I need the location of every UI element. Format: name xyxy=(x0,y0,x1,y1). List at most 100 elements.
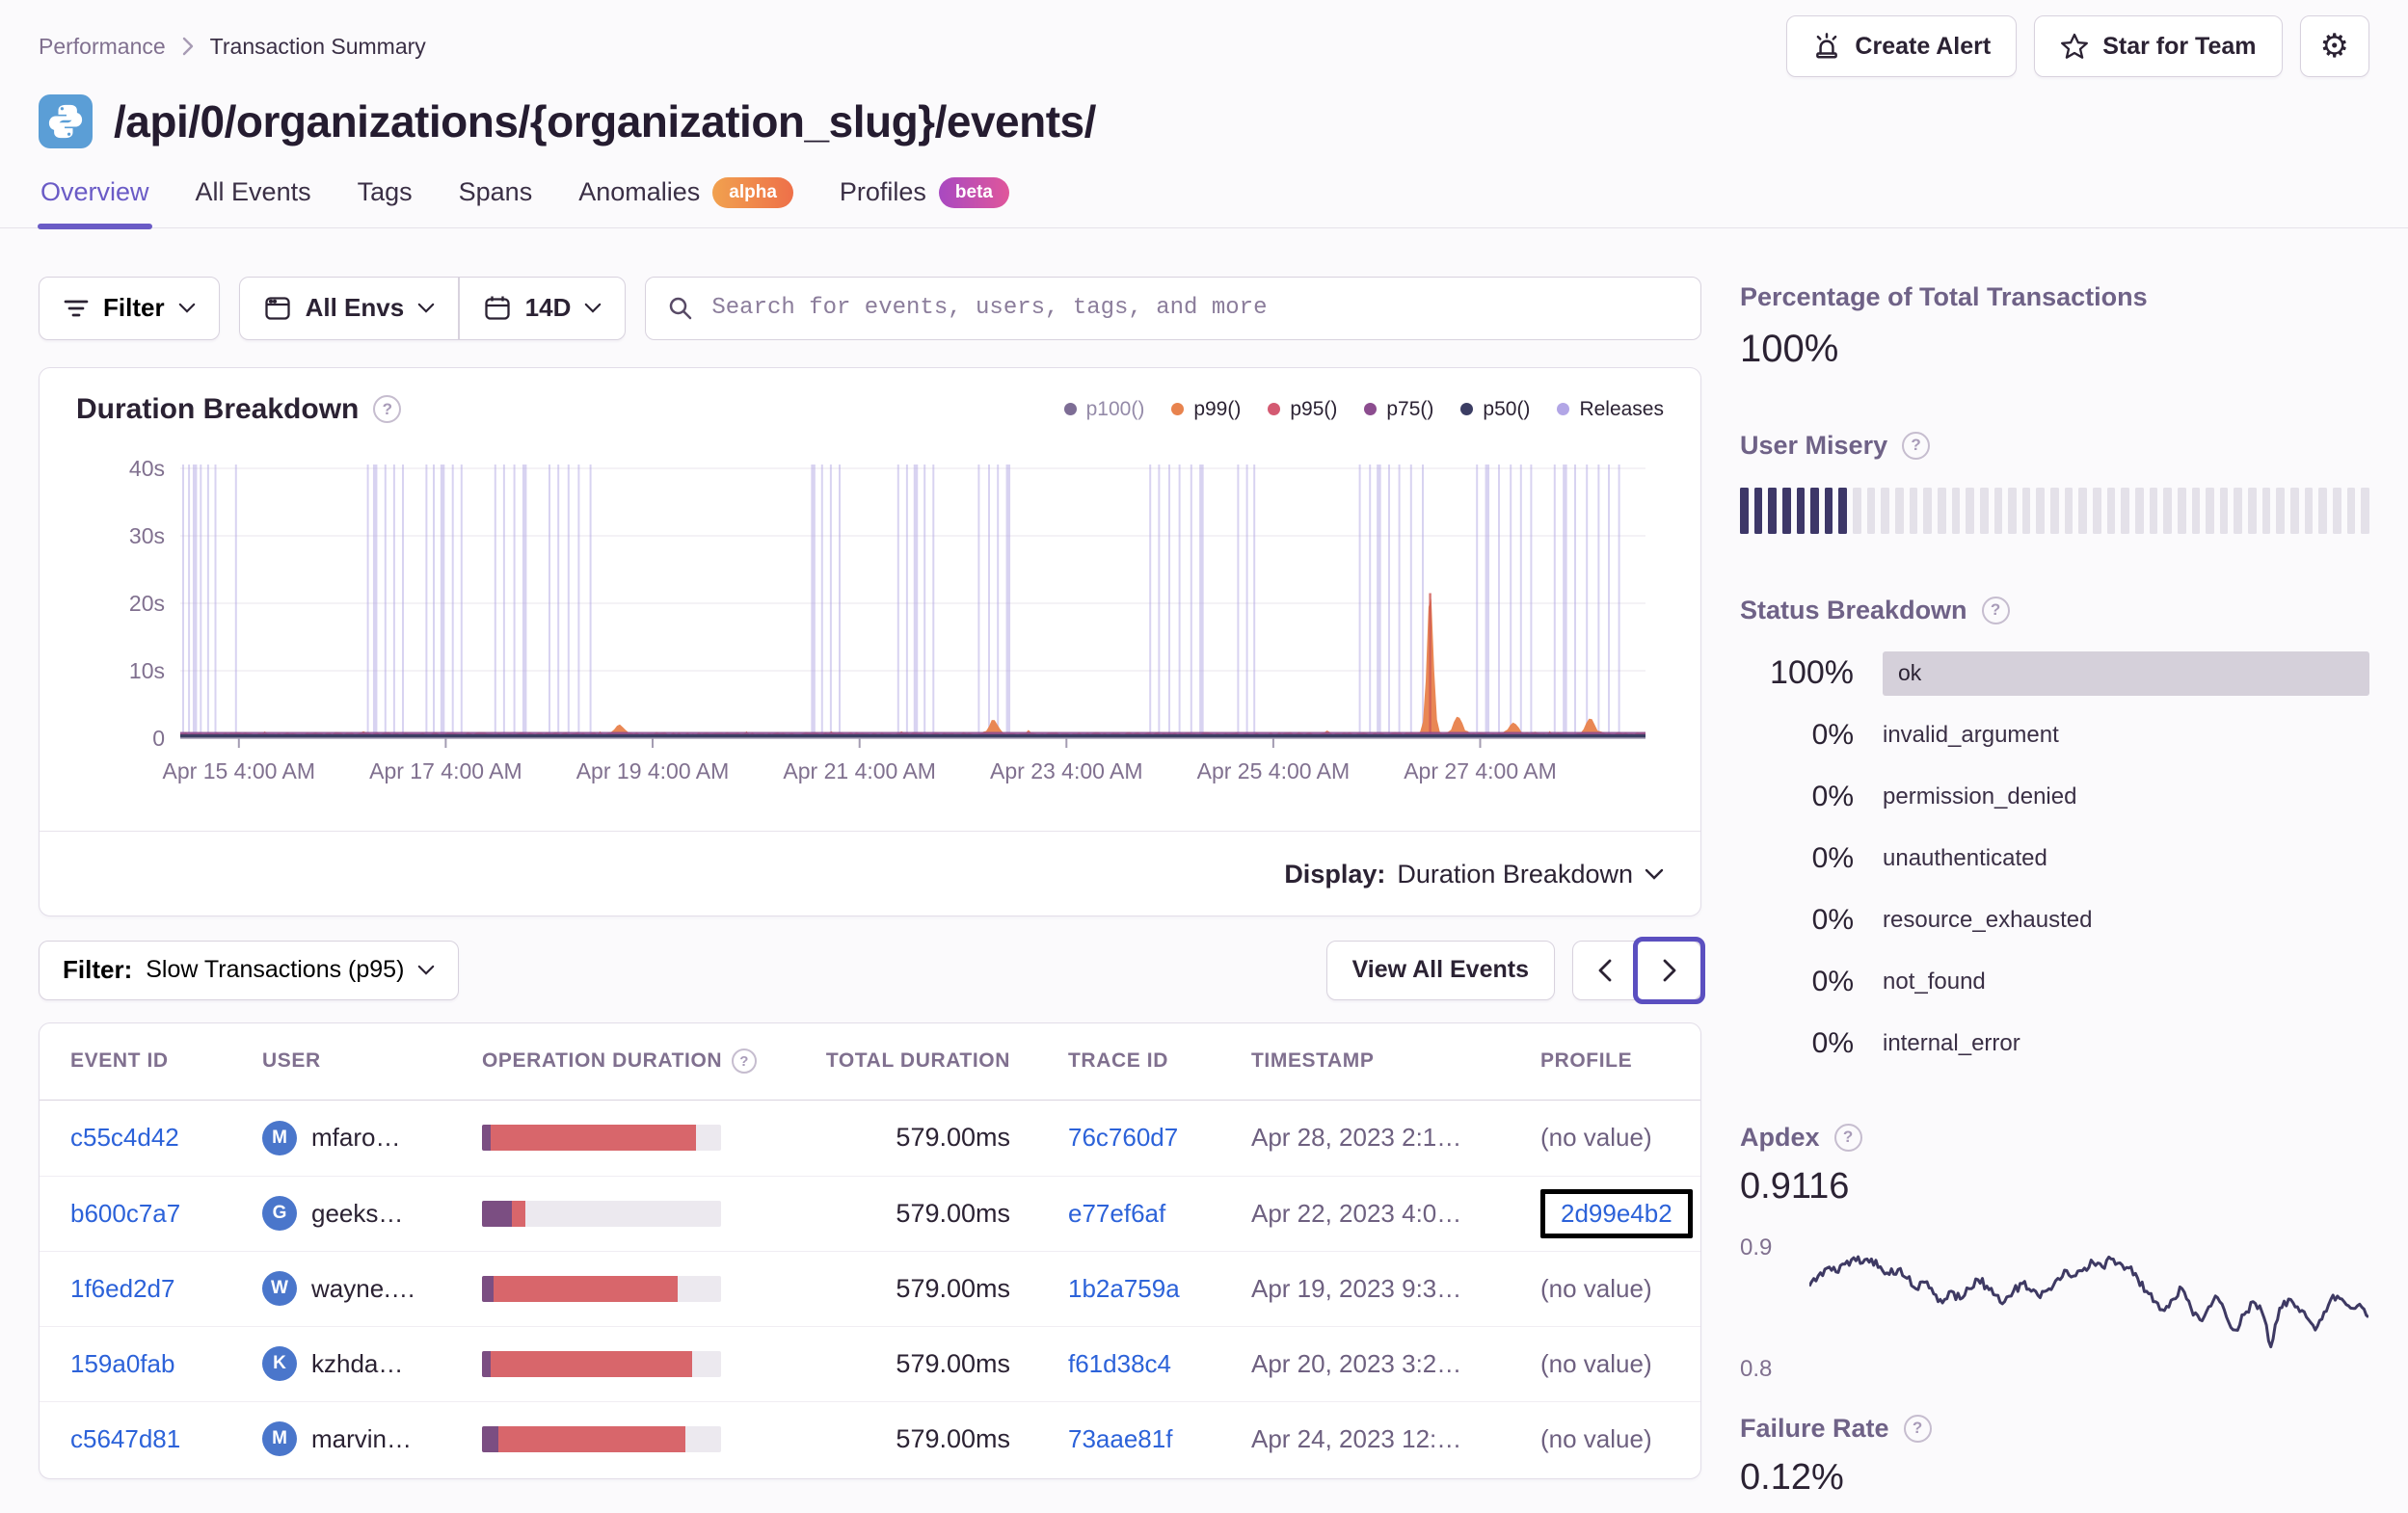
trace-id-link[interactable]: f61d38c4 xyxy=(1068,1349,1171,1378)
timestamp-cell: Apr 22, 2023 4:0… xyxy=(1251,1198,1462,1228)
trace-id-link[interactable]: e77ef6af xyxy=(1068,1199,1165,1228)
svg-text:10s: 10s xyxy=(129,658,165,683)
table-header-row: EVENT ID USER OPERATION DURATION? TOTAL … xyxy=(40,1023,1700,1101)
failure-rate-section: Failure Rate ? 0.12% xyxy=(1740,1414,2369,1499)
star-for-team-button[interactable]: Star for Team xyxy=(2034,15,2283,77)
status-label-wrap: ok xyxy=(1883,650,2369,696)
legend-item-Releases[interactable]: Releases xyxy=(1557,398,1664,421)
event-id-link[interactable]: 159a0fab xyxy=(70,1349,174,1378)
tab-anomalies[interactable]: Anomalies alpha xyxy=(578,177,793,227)
chevron-down-icon xyxy=(417,304,435,313)
tab-profiles[interactable]: Profiles beta xyxy=(840,177,1009,227)
table-row: c5647d81 Mmarvin… 579.00ms 73aae81f Apr 24, … xyxy=(40,1400,1700,1476)
help-icon[interactable]: ? xyxy=(1833,1123,1862,1152)
settings-button[interactable]: ⚙ xyxy=(2299,15,2369,77)
list-controls: Filter: Slow Transactions (p95) View All… xyxy=(39,936,1705,1004)
column-header-profile: PROFILE xyxy=(1540,1049,1633,1073)
event-id-cell: b600c7a7 xyxy=(70,1199,262,1229)
tab-tags[interactable]: Tags xyxy=(358,177,413,227)
trace-id-link[interactable]: 76c760d7 xyxy=(1068,1123,1178,1152)
operation-duration-cell xyxy=(482,1350,774,1377)
filter-button[interactable]: Filter xyxy=(39,276,220,340)
help-icon[interactable]: ? xyxy=(373,395,402,424)
search-input[interactable] xyxy=(711,295,1679,322)
legend-item-p100[interactable]: p100() xyxy=(1063,398,1144,421)
status-pct: 0% xyxy=(1811,841,1854,874)
timestamp-cell: Apr 19, 2023 9:3… xyxy=(1251,1273,1462,1303)
view-all-events-button[interactable]: View All Events xyxy=(1325,940,1555,1000)
misery-bar xyxy=(2289,487,2299,534)
misery-bar xyxy=(1923,487,1932,534)
tab-overview[interactable]: Overview xyxy=(38,177,152,229)
legend-item-p50[interactable]: p50() xyxy=(1460,398,1530,421)
breadcrumb-performance[interactable]: Performance xyxy=(39,34,166,60)
transaction-filter-select[interactable]: Filter: Slow Transactions (p95) xyxy=(39,940,460,1000)
filter-lines-icon xyxy=(63,297,90,320)
status-label: not_found xyxy=(1883,968,1986,995)
help-icon[interactable]: ? xyxy=(1902,431,1931,460)
misery-bar xyxy=(2234,487,2243,534)
chevron-right-icon xyxy=(1663,959,1675,982)
tab-label: Spans xyxy=(458,177,533,207)
misery-bar xyxy=(2106,487,2116,534)
profile-highlight-box: 2d99e4b2 xyxy=(1540,1188,1693,1238)
trace-id-link[interactable]: 1b2a759a xyxy=(1068,1274,1180,1303)
next-page-button[interactable] xyxy=(1633,936,1705,1004)
misery-bar xyxy=(1993,487,2003,534)
legend-dot-icon xyxy=(1557,403,1570,416)
event-id-link[interactable]: b600c7a7 xyxy=(70,1199,180,1228)
event-id-link[interactable]: c5647d81 xyxy=(70,1424,180,1453)
display-selector[interactable]: Duration Breakdown xyxy=(1397,860,1664,889)
chevron-down-icon xyxy=(418,966,435,975)
legend-item-p75[interactable]: p75() xyxy=(1364,398,1433,421)
profile-no-value: (no value) xyxy=(1540,1123,1652,1153)
misery-bar xyxy=(1895,487,1904,534)
status-pct: 0% xyxy=(1811,780,1854,812)
duration-breakdown-chart[interactable]: 0 10s 20s 30s 40s Apr 15 4:00 AM Apr 17 4:00 A… xyxy=(74,457,1660,784)
previous-page-button[interactable] xyxy=(1573,942,1637,999)
misery-bar xyxy=(1951,487,1961,534)
profile-link[interactable]: 2d99e4b2 xyxy=(1561,1199,1672,1228)
tab-label: Profiles xyxy=(839,177,926,207)
create-alert-button[interactable]: Create Alert xyxy=(1786,15,2018,77)
table-body: c55c4d42 Mmfaro… 579.00ms 76c760d7 Apr 28, 2… xyxy=(40,1101,1700,1476)
misery-bar xyxy=(2163,487,2172,534)
status-pct: 0% xyxy=(1811,965,1854,997)
status-label-wrap: invalid_argument xyxy=(1883,722,2369,749)
environment-selector[interactable]: All Envs xyxy=(240,278,459,339)
help-icon[interactable]: ? xyxy=(1981,596,2010,624)
profile-cell: (no value) xyxy=(1540,1424,1670,1454)
event-id-link[interactable]: 1f6ed2d7 xyxy=(70,1274,174,1303)
date-range-selector[interactable]: 14D xyxy=(460,278,626,339)
event-id-link[interactable]: c55c4d42 xyxy=(70,1123,179,1152)
legend-item-p99[interactable]: p99() xyxy=(1171,398,1241,421)
profile-cell: (no value) xyxy=(1540,1274,1670,1304)
header-actions: Create Alert Star for Team ⚙ xyxy=(1786,15,2369,77)
legend-item-p95[interactable]: p95() xyxy=(1268,398,1337,421)
tab-spans[interactable]: Spans xyxy=(459,177,533,227)
misery-bar xyxy=(2332,487,2341,534)
misery-bar xyxy=(1796,487,1806,534)
help-icon[interactable]: ? xyxy=(1903,1414,1932,1443)
operation-duration-cell xyxy=(482,1425,774,1452)
duration-card-header: Duration Breakdown ? p100() p99() p95() p75… xyxy=(40,368,1700,426)
avatar: M xyxy=(262,1120,297,1155)
tab-all-events[interactable]: All Events xyxy=(196,177,311,227)
user-cell: Ggeeks… xyxy=(262,1196,482,1232)
filter-bar: Filter All Envs 14D Search for events, u… xyxy=(39,276,1701,340)
tab-bar: Overview All Events Tags Spans Anomalies alph… xyxy=(0,177,2408,229)
status-row-invalid_argument: 0% invalid_argument xyxy=(1740,704,2369,766)
help-icon[interactable]: ? xyxy=(732,1048,758,1075)
page-title: /api/0/organizations/{organization_slug}… xyxy=(114,96,1096,146)
apdex-y-top-label: 0.9 xyxy=(1740,1234,1773,1261)
op-bar-segment-red xyxy=(490,1125,696,1152)
trace-id-link[interactable]: 73aae81f xyxy=(1068,1424,1172,1453)
op-bar-segment-red xyxy=(498,1425,685,1452)
apdex-title: Apdex ? xyxy=(1740,1123,2369,1153)
status-label-wrap: not_found xyxy=(1883,969,2369,995)
column-header-operation-duration: OPERATION DURATION? xyxy=(482,1048,774,1075)
legend-label: p99() xyxy=(1193,397,1242,420)
svg-text:30s: 30s xyxy=(129,523,165,548)
calendar-icon xyxy=(483,294,512,323)
operation-duration-bar xyxy=(482,1350,721,1377)
